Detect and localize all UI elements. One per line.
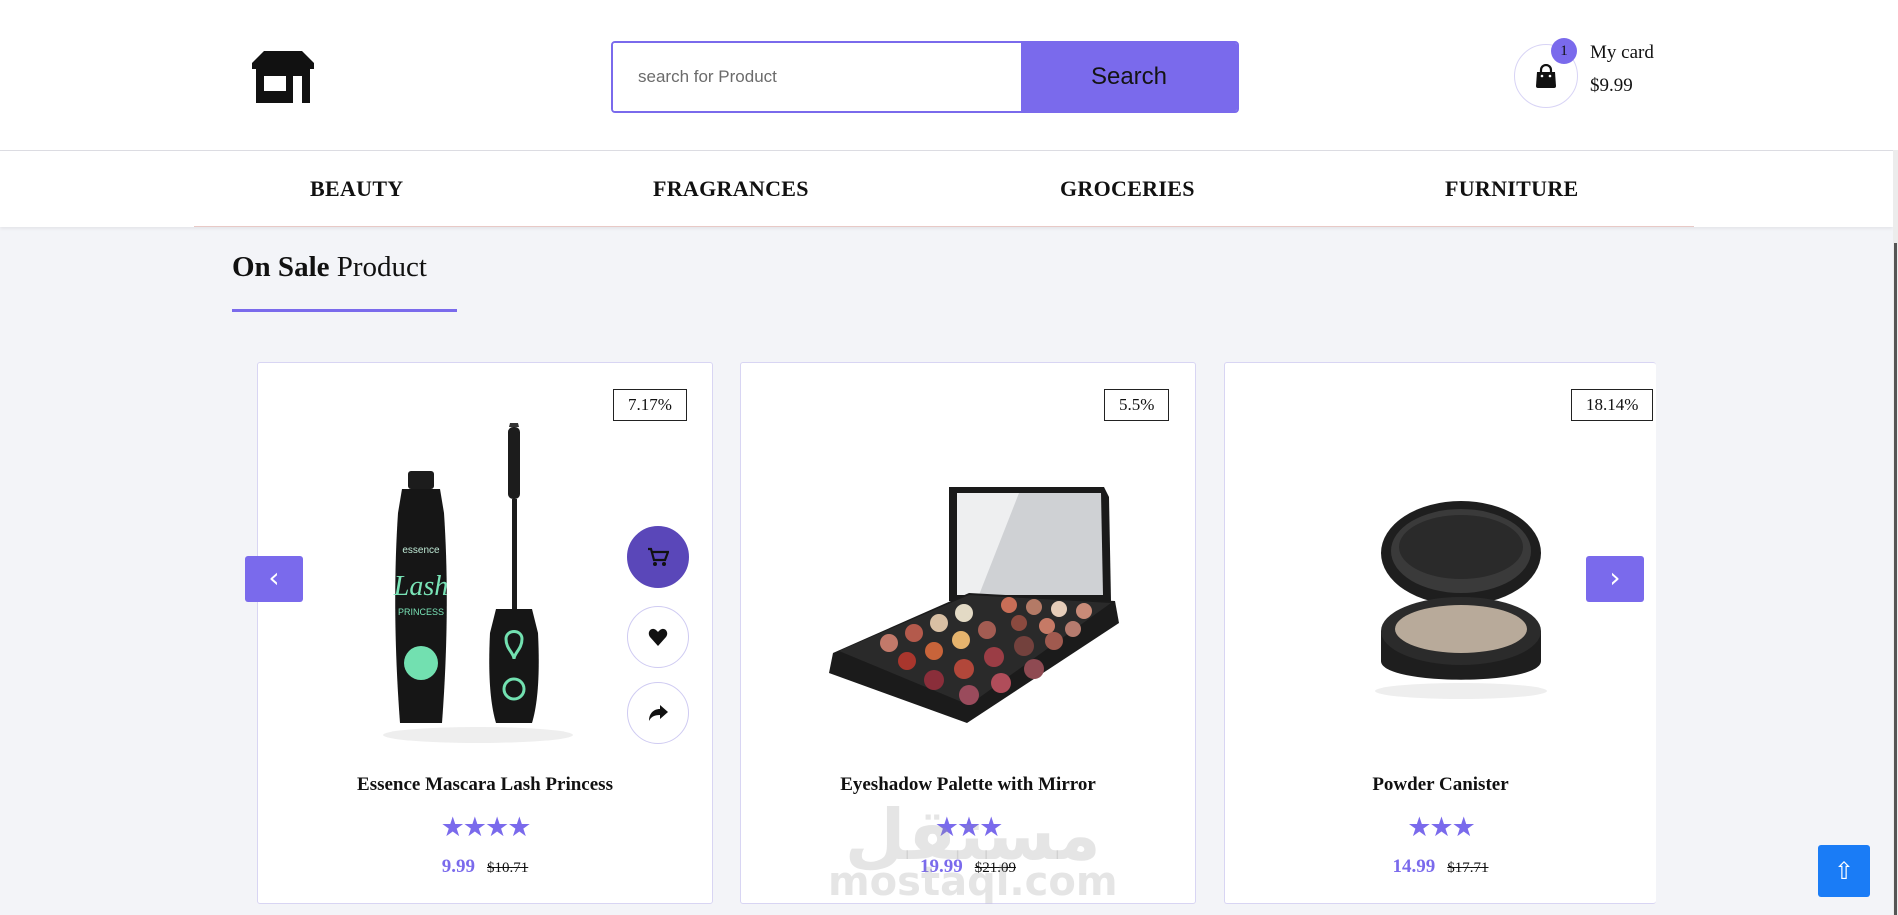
search-bar: Search [611, 41, 1239, 113]
old-price: $10.71 [487, 860, 529, 876]
svg-text:PRINCESS: PRINCESS [398, 607, 444, 617]
watermark-logo: مستقل mostaql.com [828, 800, 1118, 902]
category-nav [0, 151, 1893, 227]
nav-item-beauty[interactable]: BEAUTY [310, 176, 404, 202]
cart-total: $9.99 [1590, 75, 1633, 96]
discount-badge: 5.5% [1104, 389, 1170, 421]
search-input[interactable] [613, 43, 1021, 111]
cart-label[interactable]: My card [1590, 42, 1654, 64]
back-to-top-button[interactable]: ⇧ [1818, 845, 1870, 897]
scrollbar-thumb[interactable] [1894, 243, 1897, 915]
product-image-powder-compact [1375, 501, 1547, 699]
discount-badge: 7.17% [613, 389, 687, 421]
svg-text:Lash: Lash [393, 571, 448, 602]
search-button[interactable]: Search [1021, 43, 1237, 111]
section-underline [232, 309, 457, 312]
section-title: On Sale Product [232, 251, 427, 284]
add-to-wishlist-button[interactable] [627, 606, 689, 668]
product-name[interactable]: Eyeshadow Palette with Mirror [741, 774, 1195, 796]
share-icon [649, 705, 668, 721]
cart-icon [648, 547, 669, 566]
nav-item-fragrances[interactable]: FRAGRANCES [653, 176, 809, 202]
product-card[interactable]: 7.17% essence Lash PRINCESS Essence Masc… [257, 362, 713, 904]
sale-price: 14.99 [1392, 856, 1436, 877]
shopping-bag-icon [1536, 64, 1556, 88]
rating-stars: ★★★ [1407, 812, 1476, 842]
share-button[interactable] [627, 682, 689, 744]
nav-divider [194, 226, 1694, 227]
cart-count-badge: 1 [1551, 38, 1577, 64]
storefront-icon[interactable] [250, 49, 316, 103]
heart-icon [648, 628, 668, 646]
add-to-cart-button[interactable] [627, 526, 689, 588]
rating-stars: ★★★★ [440, 812, 532, 842]
nav-item-furniture[interactable]: FURNITURE [1445, 176, 1579, 202]
product-image-eyeshadow-palette [829, 487, 1119, 723]
product-card[interactable]: 18.14% Powder Canister ★★★ 14.99 $17.71 [1224, 362, 1656, 904]
svg-text:essence: essence [402, 545, 440, 556]
carousel-next-button[interactable]: › [1586, 556, 1644, 602]
product-name[interactable]: Essence Mascara Lash Princess [258, 774, 712, 796]
watermark-latin: mostaql.com [828, 859, 1118, 905]
price-row: 14.99 $17.71 [1225, 856, 1656, 878]
sale-price: 9.99 [441, 856, 475, 877]
section-title-bold: On Sale [232, 251, 330, 283]
price-row: 9.99 $10.71 [258, 856, 712, 878]
nav-item-groceries[interactable]: GROCERIES [1060, 176, 1195, 202]
section-title-rest: Product [336, 251, 427, 283]
old-price: $17.71 [1447, 860, 1489, 876]
product-image-mascara: essence Lash PRINCESS [383, 423, 573, 743]
discount-badge: 18.14% [1571, 389, 1654, 421]
carousel-prev-button[interactable]: ‹ [245, 556, 303, 602]
product-name[interactable]: Powder Canister [1225, 774, 1656, 796]
site-header: Search 1 My card $9.99 [0, 0, 1898, 151]
